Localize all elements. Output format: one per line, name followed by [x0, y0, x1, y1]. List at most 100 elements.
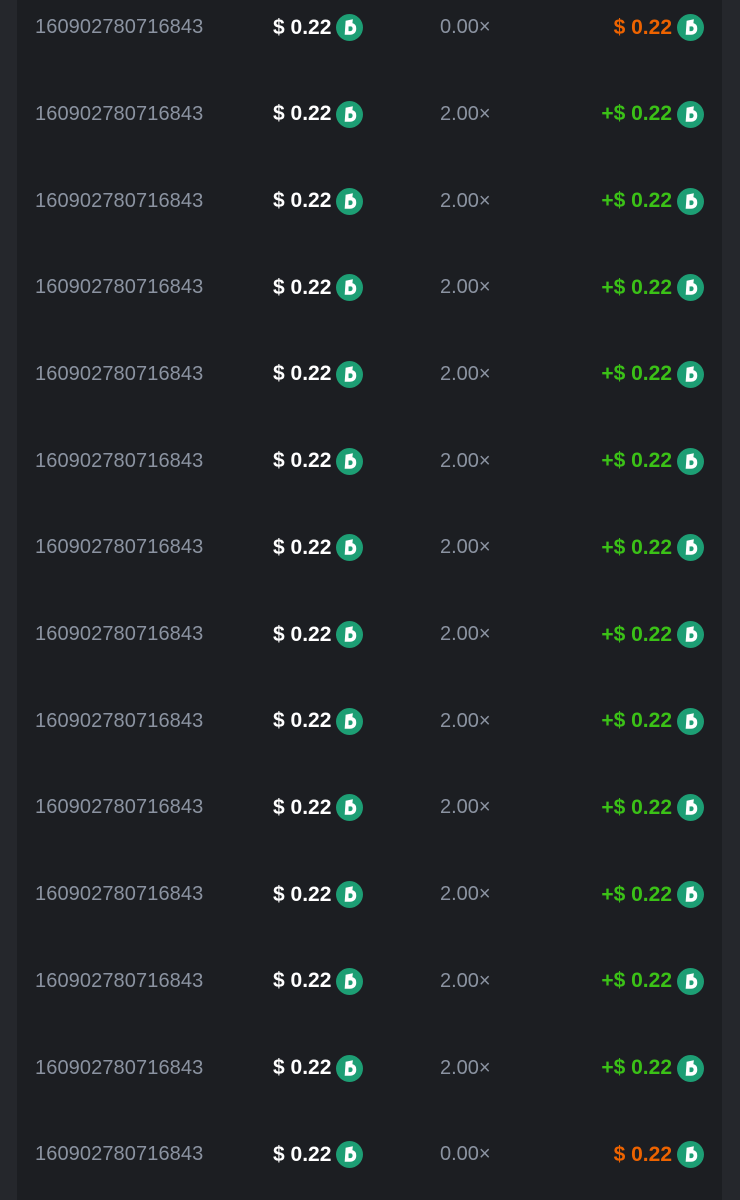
bet-amount-cell: $ 0.22 — [273, 1111, 364, 1198]
bet-row[interactable]: 160902780716843 $ 0.22 2.00× +$ 0.22 — [17, 71, 722, 158]
bet-profit: +$ 0.22 — [601, 709, 672, 733]
bet-profit-cell: +$ 0.22 — [601, 591, 704, 678]
bet-row[interactable]: 160902780716843 $ 0.22 2.00× +$ 0.22 — [17, 505, 722, 592]
bet-id[interactable]: 160902780716843 — [35, 71, 203, 158]
bet-amount-cell: $ 0.22 — [273, 765, 364, 852]
bet-row[interactable]: 160902780716843 $ 0.22 2.00× +$ 0.22 — [17, 1025, 722, 1112]
bc-coin-icon — [336, 967, 364, 995]
bet-multiplier: 2.00× — [440, 449, 491, 472]
bet-amount-cell: $ 0.22 — [273, 678, 364, 765]
bc-coin-icon — [677, 14, 704, 42]
bet-id[interactable]: 160902780716843 — [35, 244, 203, 331]
bet-multiplier: 0.00× — [440, 16, 491, 39]
bet-row[interactable]: 160902780716843 $ 0.22 2.00× +$ 0.22 — [17, 591, 722, 678]
bet-amount-cell: $ 0.22 — [273, 158, 364, 245]
bet-id[interactable]: 160902780716843 — [35, 591, 203, 678]
bc-coin-icon — [677, 100, 704, 128]
bc-coin-icon — [677, 187, 704, 215]
bet-multiplier: 2.00× — [440, 623, 491, 646]
bet-amount-cell: $ 0.22 — [273, 418, 364, 505]
bc-coin-icon — [677, 967, 704, 995]
bet-id[interactable]: 160902780716843 — [35, 0, 203, 71]
bet-profit: +$ 0.22 — [601, 969, 672, 993]
bet-multiplier: 2.00× — [440, 709, 491, 732]
bet-multiplier: 2.00× — [440, 189, 491, 212]
bc-coin-icon — [336, 14, 364, 42]
bet-row[interactable]: 160902780716843 $ 0.22 2.00× +$ 0.22 — [17, 158, 722, 245]
bet-amount-cell: $ 0.22 — [273, 505, 364, 592]
bet-profit-cell: $ 0.22 — [614, 1111, 704, 1198]
bc-coin-icon — [336, 881, 364, 909]
bc-coin-icon — [336, 360, 364, 388]
bet-profit: $ 0.22 — [613, 1142, 672, 1166]
bc-coin-icon — [677, 1054, 704, 1082]
bc-coin-icon — [336, 707, 364, 735]
bet-id[interactable]: 160902780716843 — [35, 678, 203, 765]
bet-id[interactable]: 160902780716843 — [35, 158, 203, 245]
bet-profit: +$ 0.22 — [601, 449, 672, 473]
bet-multiplier: 2.00× — [440, 969, 491, 992]
bet-profit: +$ 0.22 — [601, 102, 672, 126]
bet-profit-cell: +$ 0.22 — [601, 418, 704, 505]
bet-amount-cell: $ 0.22 — [273, 1025, 364, 1112]
bet-amount: $ 0.22 — [273, 1142, 332, 1166]
bet-id[interactable]: 160902780716843 — [35, 851, 203, 938]
bc-coin-icon — [677, 447, 704, 475]
bc-coin-icon — [677, 881, 704, 909]
bet-row[interactable]: 160902780716843 $ 0.22 0.00× $ 0.22 — [17, 1111, 722, 1198]
bet-row[interactable]: 160902780716843 $ 0.22 2.00× +$ 0.22 — [17, 938, 722, 1025]
bet-id[interactable]: 160902780716843 — [35, 331, 203, 418]
bc-coin-icon — [677, 621, 704, 649]
bet-id[interactable]: 160902780716843 — [35, 505, 203, 592]
bet-amount: $ 0.22 — [273, 189, 332, 213]
bet-profit-cell: +$ 0.22 — [601, 1025, 704, 1112]
bc-coin-icon — [677, 707, 704, 735]
bet-row[interactable]: 160902780716843 $ 0.22 2.00× +$ 0.22 — [17, 851, 722, 938]
bet-id[interactable]: 160902780716843 — [35, 418, 203, 505]
bet-profit: +$ 0.22 — [601, 882, 672, 906]
bet-profit-cell: +$ 0.22 — [601, 71, 704, 158]
bc-coin-icon — [336, 1141, 364, 1169]
bet-profit-cell: +$ 0.22 — [601, 938, 704, 1025]
bc-coin-icon — [677, 360, 704, 388]
bet-id[interactable]: 160902780716843 — [35, 1111, 203, 1198]
bet-profit-cell: +$ 0.22 — [601, 851, 704, 938]
bet-multiplier: 2.00× — [440, 362, 491, 385]
bet-amount: $ 0.22 — [273, 362, 332, 386]
bet-id[interactable]: 160902780716843 — [35, 938, 203, 1025]
bet-amount: $ 0.22 — [273, 1056, 332, 1080]
bet-profit: +$ 0.22 — [601, 362, 672, 386]
bet-amount-cell: $ 0.22 — [273, 244, 364, 331]
bet-multiplier: 2.00× — [440, 1056, 491, 1079]
bet-profit: +$ 0.22 — [601, 535, 672, 559]
bc-coin-icon — [677, 1141, 704, 1169]
bet-amount: $ 0.22 — [273, 102, 332, 126]
bet-multiplier: 2.00× — [440, 102, 491, 125]
bet-profit-cell: +$ 0.22 — [601, 158, 704, 245]
bet-row[interactable]: 160902780716843 $ 0.22 2.00× +$ 0.22 — [17, 678, 722, 765]
bet-profit-cell: +$ 0.22 — [601, 331, 704, 418]
bc-coin-icon — [336, 100, 364, 128]
bet-row[interactable]: 160902780716843 $ 0.22 2.00× +$ 0.22 — [17, 418, 722, 505]
bc-coin-icon — [677, 794, 704, 822]
bet-multiplier: 2.00× — [440, 796, 491, 819]
bet-id[interactable]: 160902780716843 — [35, 1025, 203, 1112]
bet-profit: +$ 0.22 — [601, 189, 672, 213]
bet-amount-cell: $ 0.22 — [273, 938, 364, 1025]
bet-id[interactable]: 160902780716843 — [35, 765, 203, 852]
bet-multiplier: 0.00× — [440, 1143, 491, 1166]
bet-amount: $ 0.22 — [273, 535, 332, 559]
bet-row[interactable]: 160902780716843 $ 0.22 2.00× +$ 0.22 — [17, 244, 722, 331]
bet-amount: $ 0.22 — [273, 969, 332, 993]
bet-profit-cell: +$ 0.22 — [601, 244, 704, 331]
bet-multiplier: 2.00× — [440, 536, 491, 559]
bet-multiplier: 2.00× — [440, 276, 491, 299]
bet-profit-cell: +$ 0.22 — [601, 505, 704, 592]
bet-row[interactable]: 160902780716843 $ 0.22 0.00× $ 0.22 — [17, 0, 722, 71]
bet-amount: $ 0.22 — [273, 709, 332, 733]
bet-profit: +$ 0.22 — [601, 795, 672, 819]
bet-amount: $ 0.22 — [273, 15, 332, 39]
bet-row[interactable]: 160902780716843 $ 0.22 2.00× +$ 0.22 — [17, 331, 722, 418]
bet-amount-cell: $ 0.22 — [273, 331, 364, 418]
bet-row[interactable]: 160902780716843 $ 0.22 2.00× +$ 0.22 — [17, 765, 722, 852]
